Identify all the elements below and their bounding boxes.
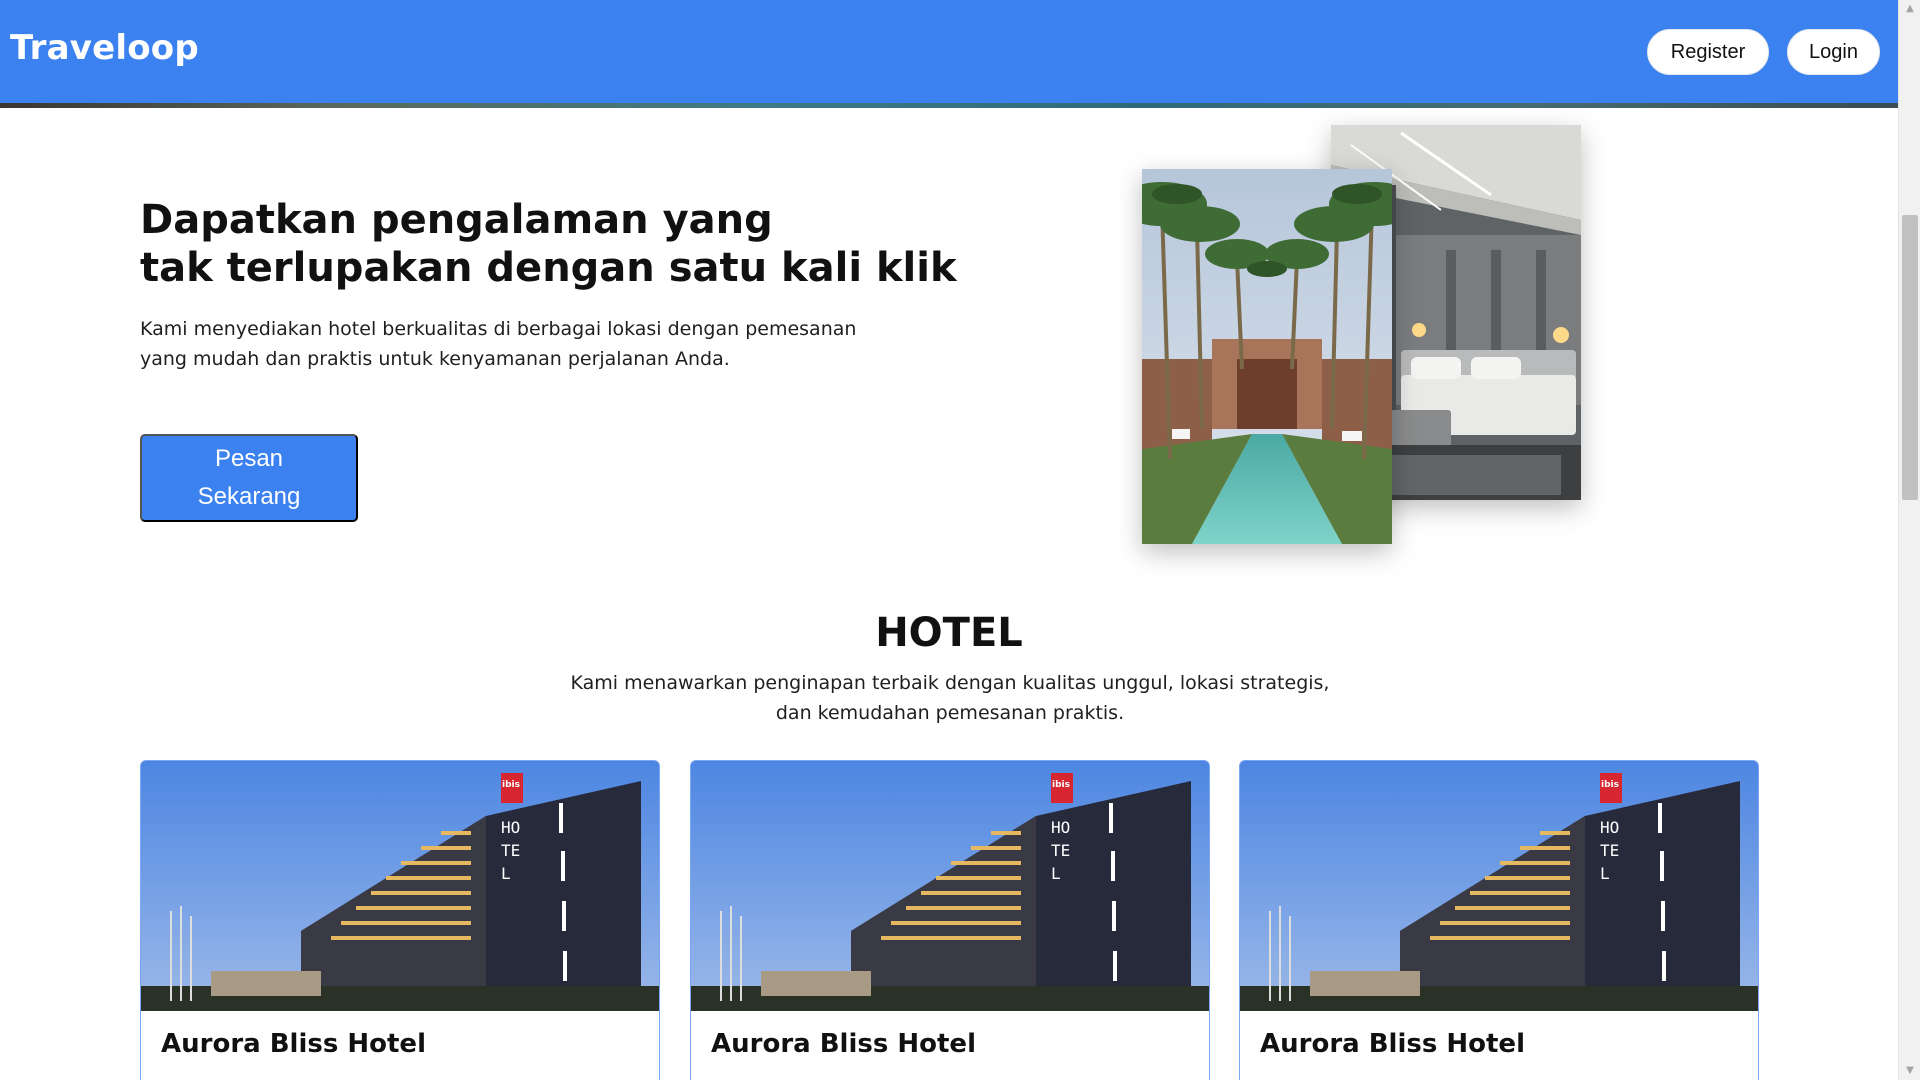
hero-title-line1: Dapatkan pengalaman yang [140, 197, 773, 243]
hotel-sign-logo: ibis [502, 780, 520, 790]
hotel-card[interactable]: ibis HOTEL Aurora Bliss Hotel [140, 760, 660, 1080]
hero-desc-line1: Kami menyediakan hotel berkualitas di be… [140, 318, 857, 340]
hotel-section-desc-line1: Kami menawarkan penginapan terbaik denga… [570, 672, 1330, 694]
hero-title: Dapatkan pengalaman yang tak terlupakan … [140, 196, 960, 292]
hero-description: Kami menyediakan hotel berkualitas di be… [140, 314, 940, 374]
resort-pool-photo [1142, 169, 1392, 544]
hotel-vertical-sign: HOTEL [501, 818, 521, 883]
hotel-vertical-sign: HOTEL [1051, 818, 1071, 883]
brand-logo[interactable]: Traveloop [10, 28, 199, 68]
hero-title-line2: tak terlupakan dengan satu kali klik [140, 245, 957, 291]
hotel-card-image: ibis HOTEL [141, 761, 659, 1011]
hotel-card-image: ibis HOTEL [1240, 761, 1758, 1011]
hotel-card[interactable]: ibis HOTEL Aurora Bliss Hotel [690, 760, 1210, 1080]
hotel-card-title[interactable]: Aurora Bliss Hotel [161, 1029, 426, 1059]
hotel-card-title[interactable]: Aurora Bliss Hotel [711, 1029, 976, 1059]
resort-pool-illustration [1142, 169, 1392, 544]
book-now-button[interactable]: Pesan Sekarang [140, 434, 358, 522]
scroll-up-arrow-icon[interactable]: ▲ [1899, 0, 1920, 18]
hotel-section-desc-line2: dan kemudahan pemesanan praktis. [775, 702, 1125, 724]
hotel-card-image: ibis HOTEL [691, 761, 1209, 1011]
scroll-down-arrow-icon[interactable]: ▼ [1899, 1062, 1920, 1080]
hotel-building-illustration [691, 761, 1209, 1011]
hotel-vertical-sign: HOTEL [1600, 818, 1620, 883]
navbar: Traveloop Register Login [0, 0, 1898, 108]
hotel-section-title: HOTEL [875, 610, 1023, 656]
hero-desc-line2: yang mudah dan praktis untuk kenyamanan … [140, 348, 730, 370]
scrollbar-thumb[interactable] [1902, 215, 1918, 500]
hotel-card[interactable]: ibis HOTEL Aurora Bliss Hotel [1239, 760, 1759, 1080]
vertical-scrollbar[interactable]: ▲ ▼ [1898, 0, 1920, 1080]
hotel-card-title[interactable]: Aurora Bliss Hotel [1260, 1029, 1525, 1059]
hero-banner-edge [0, 103, 1898, 108]
login-button[interactable]: Login [1787, 29, 1880, 75]
page: Traveloop Register Login Dapatkan pengal… [0, 0, 1898, 1080]
hotel-building-illustration [141, 761, 659, 1011]
hotel-sign-logo: ibis [1052, 780, 1070, 790]
register-button[interactable]: Register [1647, 29, 1769, 75]
hotel-sign-logo: ibis [1601, 780, 1619, 790]
hotel-section-description: Kami menawarkan penginapan terbaik denga… [520, 668, 1380, 728]
hotel-building-illustration [1240, 761, 1758, 1011]
